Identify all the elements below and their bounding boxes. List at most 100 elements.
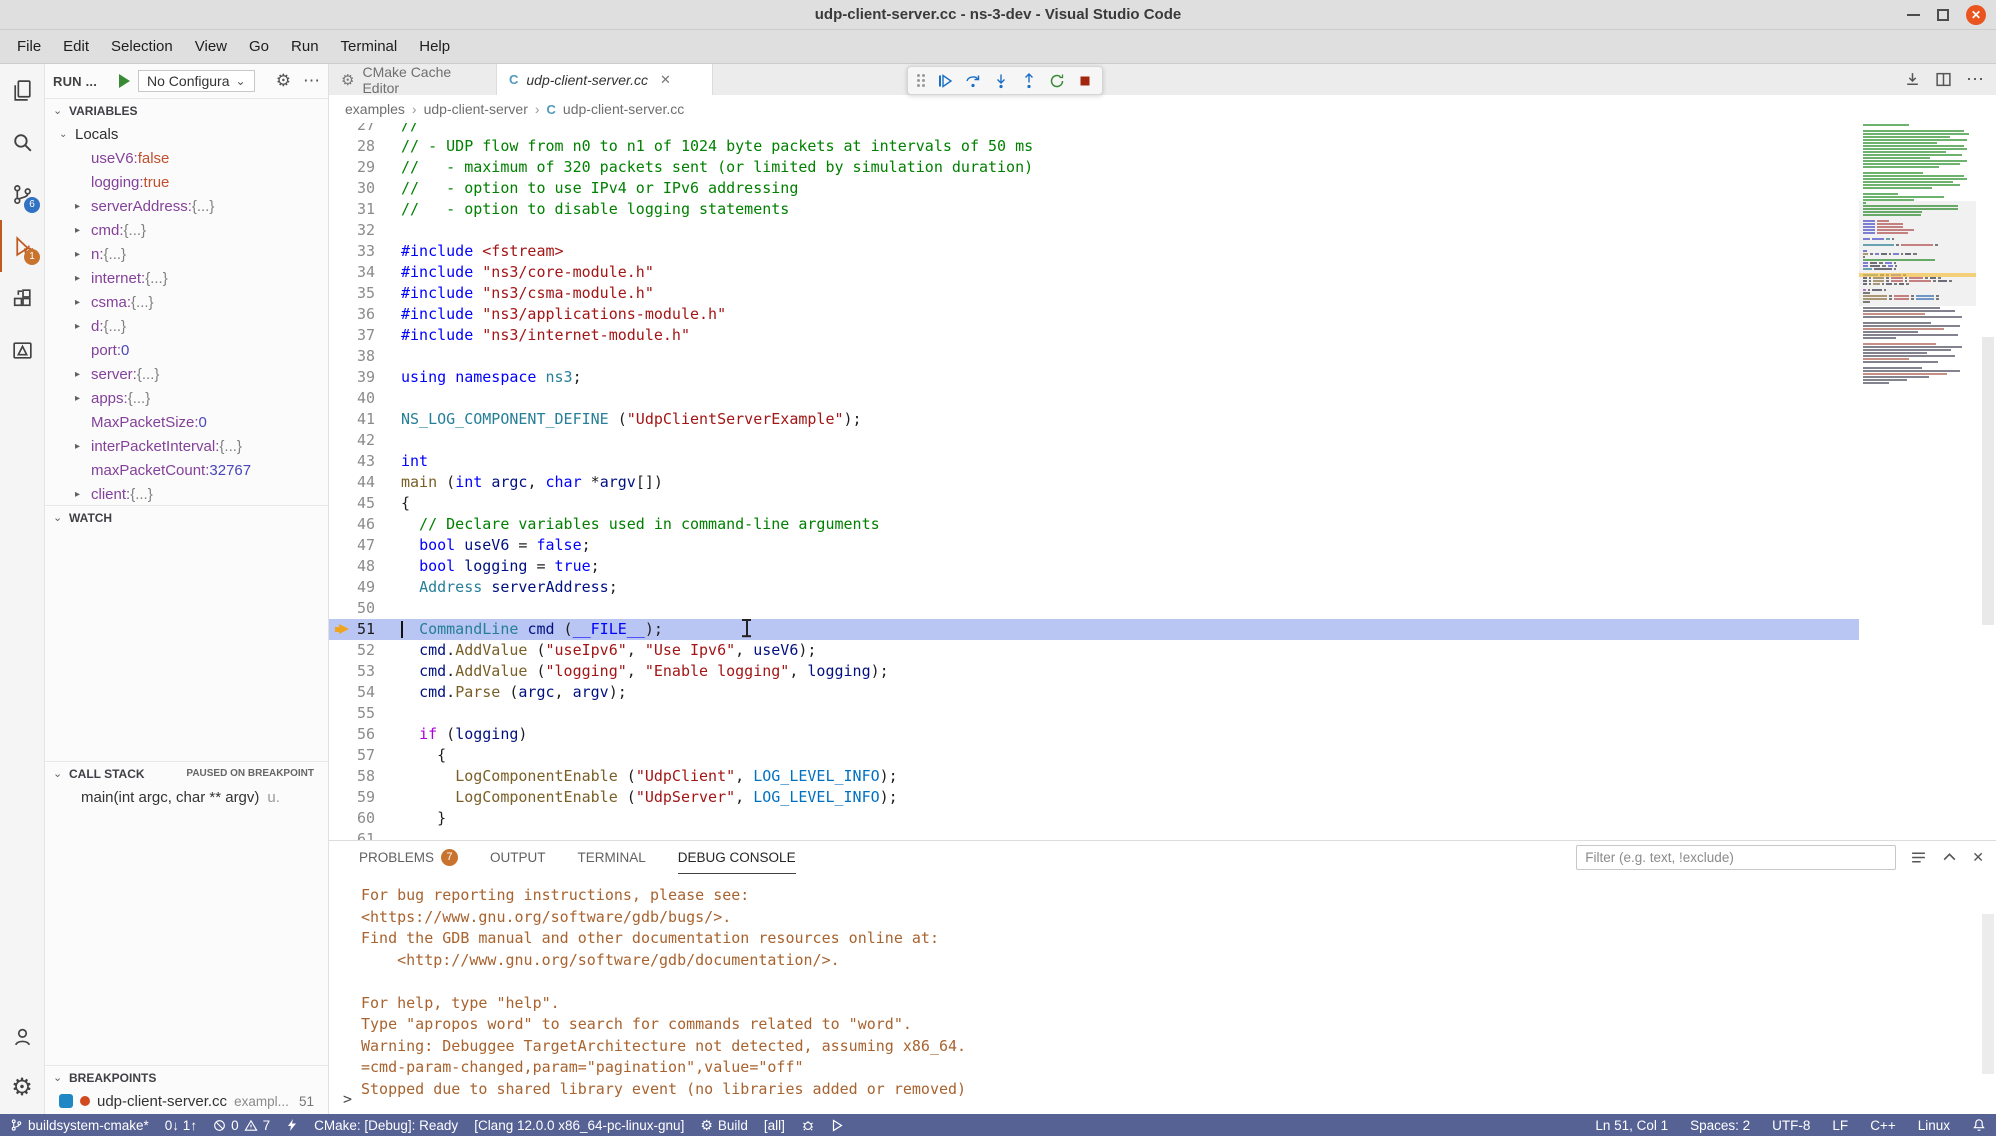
variable-row[interactable]: ▸internet: {...} — [45, 266, 328, 290]
line-number[interactable]: 45 — [329, 493, 375, 514]
code-line[interactable]: 57 { — [329, 745, 1859, 766]
close-tab-icon[interactable]: ✕ — [660, 72, 671, 88]
line-number[interactable]: 37 — [329, 325, 375, 346]
run-debug-view-button[interactable]: 1 — [0, 220, 44, 272]
menu-terminal[interactable]: Terminal — [330, 34, 409, 59]
line-number[interactable]: 29 — [329, 157, 375, 178]
line-number[interactable]: 33 — [329, 241, 375, 262]
variable-row[interactable]: MaxPacketSize: 0 — [45, 410, 328, 434]
code-line[interactable]: 34#include "ns3/core-module.h" — [329, 262, 1859, 283]
panel-scrollbar[interactable] — [1982, 914, 1994, 1074]
git-sync-item[interactable]: 0↓ 1↑ — [165, 1118, 197, 1133]
cmake-view-button[interactable] — [0, 324, 44, 376]
drag-handle[interactable] — [917, 74, 925, 87]
line-number[interactable]: 55 — [329, 703, 375, 724]
console-prompt[interactable]: > — [343, 1090, 352, 1108]
breadcrumb-item[interactable]: udp-client-server — [424, 101, 528, 117]
line-number[interactable]: 32 — [329, 220, 375, 241]
maximize-panel-icon[interactable] — [1941, 849, 1958, 866]
watch-header[interactable]: ⌄ WATCH — [45, 505, 328, 529]
chevron-right-icon[interactable]: ▸ — [75, 201, 91, 212]
code-line[interactable]: 31// - option to disable logging stateme… — [329, 199, 1859, 220]
variables-header[interactable]: ⌄ VARIABLES — [45, 98, 328, 122]
menu-run[interactable]: Run — [280, 34, 330, 59]
code-line[interactable]: 50 — [329, 598, 1859, 619]
tab-cmake-cache-editor[interactable]: ⚙ CMake Cache Editor — [329, 64, 497, 95]
menu-view[interactable]: View — [184, 34, 238, 59]
line-number[interactable]: 36 — [329, 304, 375, 325]
code-line[interactable]: 33#include <fstream> — [329, 241, 1859, 262]
chevron-right-icon[interactable]: ▸ — [75, 393, 91, 404]
code-line[interactable]: 37#include "ns3/internet-module.h" — [329, 325, 1859, 346]
filter-input[interactable] — [1576, 845, 1896, 870]
line-number[interactable]: 54 — [329, 682, 375, 703]
line-number[interactable]: 27 — [329, 123, 375, 136]
breakpoint-row[interactable]: ✕ udp-client-server.cc exampl... 51 — [45, 1089, 328, 1113]
maximize-button[interactable] — [1937, 9, 1949, 21]
line-number[interactable]: 31 — [329, 199, 375, 220]
stack-frame-row[interactable]: main(int argc, char ** argv) u. — [45, 785, 328, 809]
line-number[interactable]: 38 — [329, 346, 375, 367]
more-actions-icon[interactable]: ⋯ — [303, 71, 320, 91]
debug-configuration-dropdown[interactable]: No Configura ⌄ — [138, 70, 255, 92]
split-editor-icon[interactable] — [1935, 71, 1952, 88]
chevron-right-icon[interactable]: ▸ — [75, 489, 91, 500]
menu-selection[interactable]: Selection — [100, 34, 184, 59]
code-line[interactable]: 43int — [329, 451, 1859, 472]
variable-row[interactable]: ▸serverAddress: {...} — [45, 194, 328, 218]
line-number[interactable]: 40 — [329, 388, 375, 409]
close-button[interactable]: ✕ — [1966, 5, 1986, 25]
minimap[interactable] — [1859, 123, 1976, 384]
explorer-view-button[interactable] — [0, 64, 44, 116]
menu-edit[interactable]: Edit — [52, 34, 100, 59]
variable-row[interactable]: ▸cmd: {...} — [45, 218, 328, 242]
variable-row[interactable]: ▸apps: {...} — [45, 386, 328, 410]
more-actions-icon[interactable]: ⋯ — [1966, 69, 1984, 90]
menu-help[interactable]: Help — [408, 34, 461, 59]
menu-go[interactable]: Go — [238, 34, 280, 59]
line-number[interactable]: 52 — [329, 640, 375, 661]
variable-row[interactable]: ▸n: {...} — [45, 242, 328, 266]
code-line[interactable]: 56 if (logging) — [329, 724, 1859, 745]
code-line[interactable]: 44main (int argc, char *argv[]) — [329, 472, 1859, 493]
manage-button[interactable]: ⚙ — [0, 1062, 44, 1114]
variable-row[interactable]: logging: true — [45, 170, 328, 194]
variable-row[interactable]: ▸interPacketInterval: {...} — [45, 434, 328, 458]
line-number[interactable]: 59 — [329, 787, 375, 808]
indentation-item[interactable]: Spaces: 2 — [1690, 1118, 1750, 1133]
encoding-item[interactable]: UTF-8 — [1772, 1118, 1810, 1133]
code-line[interactable]: 55 — [329, 703, 1859, 724]
eol-item[interactable]: LF — [1832, 1118, 1848, 1133]
line-number[interactable]: 57 — [329, 745, 375, 766]
chevron-right-icon[interactable]: ▸ — [75, 369, 91, 380]
minimap-viewport[interactable] — [1859, 201, 1976, 306]
code-line[interactable]: 40 — [329, 388, 1859, 409]
line-number[interactable]: 39 — [329, 367, 375, 388]
line-number[interactable]: 35 — [329, 283, 375, 304]
chevron-right-icon[interactable]: ▸ — [75, 273, 91, 284]
step-into-button[interactable] — [988, 68, 1013, 93]
extensions-view-button[interactable] — [0, 272, 44, 324]
code-line[interactable]: 53 cmd.AddValue ("logging", "Enable logg… — [329, 661, 1859, 682]
code-editor[interactable]: 27//28// - UDP flow from n0 to n1 of 102… — [329, 123, 1996, 840]
line-number[interactable]: 58 — [329, 766, 375, 787]
start-debug-icon[interactable] — [119, 74, 130, 88]
code-line[interactable]: 41NS_LOG_COMPONENT_DEFINE ("UdpClientSer… — [329, 409, 1859, 430]
line-number[interactable]: 49 — [329, 577, 375, 598]
chevron-right-icon[interactable]: ▸ — [75, 441, 91, 452]
code-line[interactable]: 36#include "ns3/applications-module.h" — [329, 304, 1859, 325]
tab-debug-console[interactable]: DEBUG CONSOLE — [678, 841, 796, 874]
cmake-launch-item[interactable] — [831, 1119, 843, 1132]
search-view-button[interactable] — [0, 116, 44, 168]
close-panel-icon[interactable]: ✕ — [1972, 849, 1984, 866]
panel-menu-icon[interactable] — [1910, 849, 1927, 866]
stop-button[interactable] — [1072, 68, 1097, 93]
breadcrumb-item[interactable]: examples — [345, 101, 405, 117]
source-control-view-button[interactable]: 6 — [0, 168, 44, 220]
variable-row[interactable]: ▸d: {...} — [45, 314, 328, 338]
breakpoints-header[interactable]: ⌄ BREAKPOINTS — [45, 1065, 328, 1089]
breakpoint-checkbox[interactable]: ✕ — [59, 1094, 73, 1108]
step-out-button[interactable] — [1016, 68, 1041, 93]
tab-udp-client-server[interactable]: C udp-client-server.cc ✕ — [497, 64, 713, 95]
line-number[interactable]: 47 — [329, 535, 375, 556]
